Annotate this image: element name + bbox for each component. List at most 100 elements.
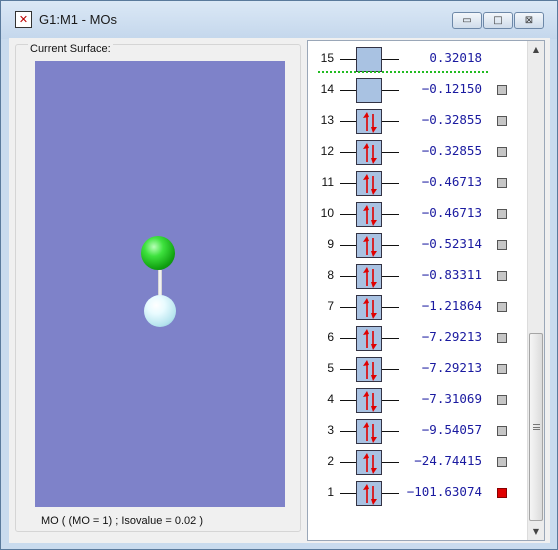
electron-pair-arrows-icon — [363, 422, 377, 443]
mo-index: 12 — [320, 144, 334, 158]
electron-pair-arrows-icon — [363, 174, 377, 195]
occupied-orbital-box[interactable] — [356, 481, 382, 506]
mo-index: 14 — [320, 82, 334, 96]
electron-pair-arrows-icon — [363, 143, 377, 164]
orbital-energy: −7.29213 — [421, 329, 482, 344]
surface-toggle-checkbox[interactable] — [497, 457, 507, 467]
surface-toggle-checkbox[interactable] — [497, 302, 507, 312]
mo-index: 4 — [327, 392, 334, 406]
electron-pair-arrows-icon — [363, 329, 377, 350]
surface-toggle-checkbox[interactable] — [497, 333, 507, 343]
current-surface-group: Current Surface: MO ( (MO = 1) ; Isovalu… — [15, 43, 301, 532]
mo-index: 15 — [320, 51, 334, 65]
mo-list-panel[interactable]: 15 0.32018 14 −0.12150 13 −0.32855 12 −0.32855 1… — [307, 40, 545, 541]
surface-toggle-checkbox[interactable] — [497, 240, 507, 250]
surface-toggle-checkbox[interactable] — [497, 116, 507, 126]
electron-pair-arrows-icon — [363, 112, 377, 133]
mo-row[interactable]: 3 −9.54057 — [308, 416, 528, 447]
occupied-orbital-box[interactable] — [356, 264, 382, 289]
orbital-energy: −7.31069 — [421, 391, 482, 406]
occupied-orbital-box[interactable] — [356, 388, 382, 413]
virtual-orbital-box[interactable] — [356, 78, 382, 103]
mo-row[interactable]: 4 −7.31069 — [308, 385, 528, 416]
orbital-energy: −0.46713 — [421, 174, 482, 189]
client-area: Current Surface: MO ( (MO = 1) ; Isovalu… — [9, 38, 550, 543]
mo-row[interactable]: 7 −1.21864 — [308, 292, 528, 323]
orbital-energy: −9.54057 — [421, 422, 482, 437]
virtual-orbital-box[interactable] — [356, 47, 382, 72]
surface-toggle-checkbox[interactable] — [497, 426, 507, 436]
occupied-orbital-box[interactable] — [356, 326, 382, 351]
molecule-viewport[interactable] — [35, 61, 285, 507]
title-bar[interactable]: ✕ G1:M1 - MOs ▭ □ ⊠ — [1, 1, 557, 39]
mo-index: 7 — [327, 299, 334, 313]
scroll-down-arrow-icon[interactable]: ▼ — [528, 523, 544, 540]
surface-toggle-checkbox[interactable] — [497, 209, 507, 219]
occupied-orbital-box[interactable] — [356, 419, 382, 444]
mo-row[interactable]: 10 −0.46713 — [308, 199, 528, 230]
mo-row[interactable]: 8 −0.83311 — [308, 261, 528, 292]
occupied-orbital-box[interactable] — [356, 450, 382, 475]
chlorine-atom[interactable] — [141, 236, 175, 270]
orbital-energy: −24.74415 — [414, 453, 482, 468]
orbital-energy: −0.46713 — [421, 205, 482, 220]
mo-row[interactable]: 6 −7.29213 — [308, 323, 528, 354]
occupied-orbital-box[interactable] — [356, 233, 382, 258]
surface-toggle-checkbox[interactable] — [497, 178, 507, 188]
orbital-energy: −7.29213 — [421, 360, 482, 375]
mo-row[interactable]: 11 −0.46713 — [308, 168, 528, 199]
orbital-energy: −0.12150 — [421, 81, 482, 96]
orbital-energy: −0.83311 — [421, 267, 482, 282]
maximize-button[interactable]: □ — [483, 12, 513, 29]
electron-pair-arrows-icon — [363, 205, 377, 226]
mo-row[interactable]: 5 −7.29213 — [308, 354, 528, 385]
mo-row[interactable]: 14 −0.12150 — [308, 75, 528, 106]
vertical-scrollbar[interactable]: ▲ ▼ — [527, 41, 544, 540]
electron-pair-arrows-icon — [363, 298, 377, 319]
surface-toggle-checkbox[interactable] — [497, 147, 507, 157]
orbital-energy: −1.21864 — [421, 298, 482, 313]
mo-index: 13 — [320, 113, 334, 127]
surface-toggle-checkbox[interactable] — [497, 364, 507, 374]
mo-row[interactable]: 2 −24.74415 — [308, 447, 528, 478]
mo-index: 3 — [327, 423, 334, 437]
electron-pair-arrows-icon — [363, 391, 377, 412]
electron-pair-arrows-icon — [363, 236, 377, 257]
electron-pair-arrows-icon — [363, 360, 377, 381]
mo-index: 10 — [320, 206, 334, 220]
occupied-orbital-box[interactable] — [356, 357, 382, 382]
surface-status-text: MO ( (MO = 1) ; Isovalue = 0.02 ) — [41, 515, 203, 527]
maximize-icon: □ — [493, 15, 503, 26]
surface-toggle-checkbox[interactable] — [497, 488, 507, 498]
hydrogen-atom[interactable] — [144, 295, 176, 327]
mo-index: 2 — [327, 454, 334, 468]
gaussview-app-icon[interactable]: ✕ — [15, 11, 32, 28]
orbital-energy: −0.32855 — [421, 143, 482, 158]
scroll-thumb[interactable] — [529, 333, 543, 521]
orbital-energy: 0.32018 — [429, 50, 482, 65]
occupied-orbital-box[interactable] — [356, 171, 382, 196]
mo-row[interactable]: 15 0.32018 — [308, 44, 528, 75]
mo-row[interactable]: 12 −0.32855 — [308, 137, 528, 168]
mo-index: 5 — [327, 361, 334, 375]
mo-row[interactable]: 9 −0.52314 — [308, 230, 528, 261]
occupied-orbital-box[interactable] — [356, 202, 382, 227]
current-surface-label: Current Surface: — [28, 43, 113, 55]
surface-toggle-checkbox[interactable] — [497, 85, 507, 95]
surface-toggle-checkbox[interactable] — [497, 395, 507, 405]
occupied-orbital-box[interactable] — [356, 140, 382, 165]
scroll-up-arrow-icon[interactable]: ▲ — [528, 41, 544, 58]
mo-row[interactable]: 13 −0.32855 — [308, 106, 528, 137]
minimize-button[interactable]: ▭ — [452, 12, 482, 29]
surface-toggle-checkbox[interactable] — [497, 271, 507, 281]
close-button[interactable]: ⊠ — [514, 12, 544, 29]
mo-index: 1 — [327, 485, 334, 499]
occupied-orbital-box[interactable] — [356, 295, 382, 320]
close-icon: ⊠ — [524, 15, 534, 26]
occupied-orbital-box[interactable] — [356, 109, 382, 134]
minimize-icon: ▭ — [462, 15, 472, 26]
mo-index: 9 — [327, 237, 334, 251]
electron-pair-arrows-icon — [363, 267, 377, 288]
electron-pair-arrows-icon — [363, 484, 377, 505]
mo-row[interactable]: 1 −101.63074 — [308, 478, 528, 509]
